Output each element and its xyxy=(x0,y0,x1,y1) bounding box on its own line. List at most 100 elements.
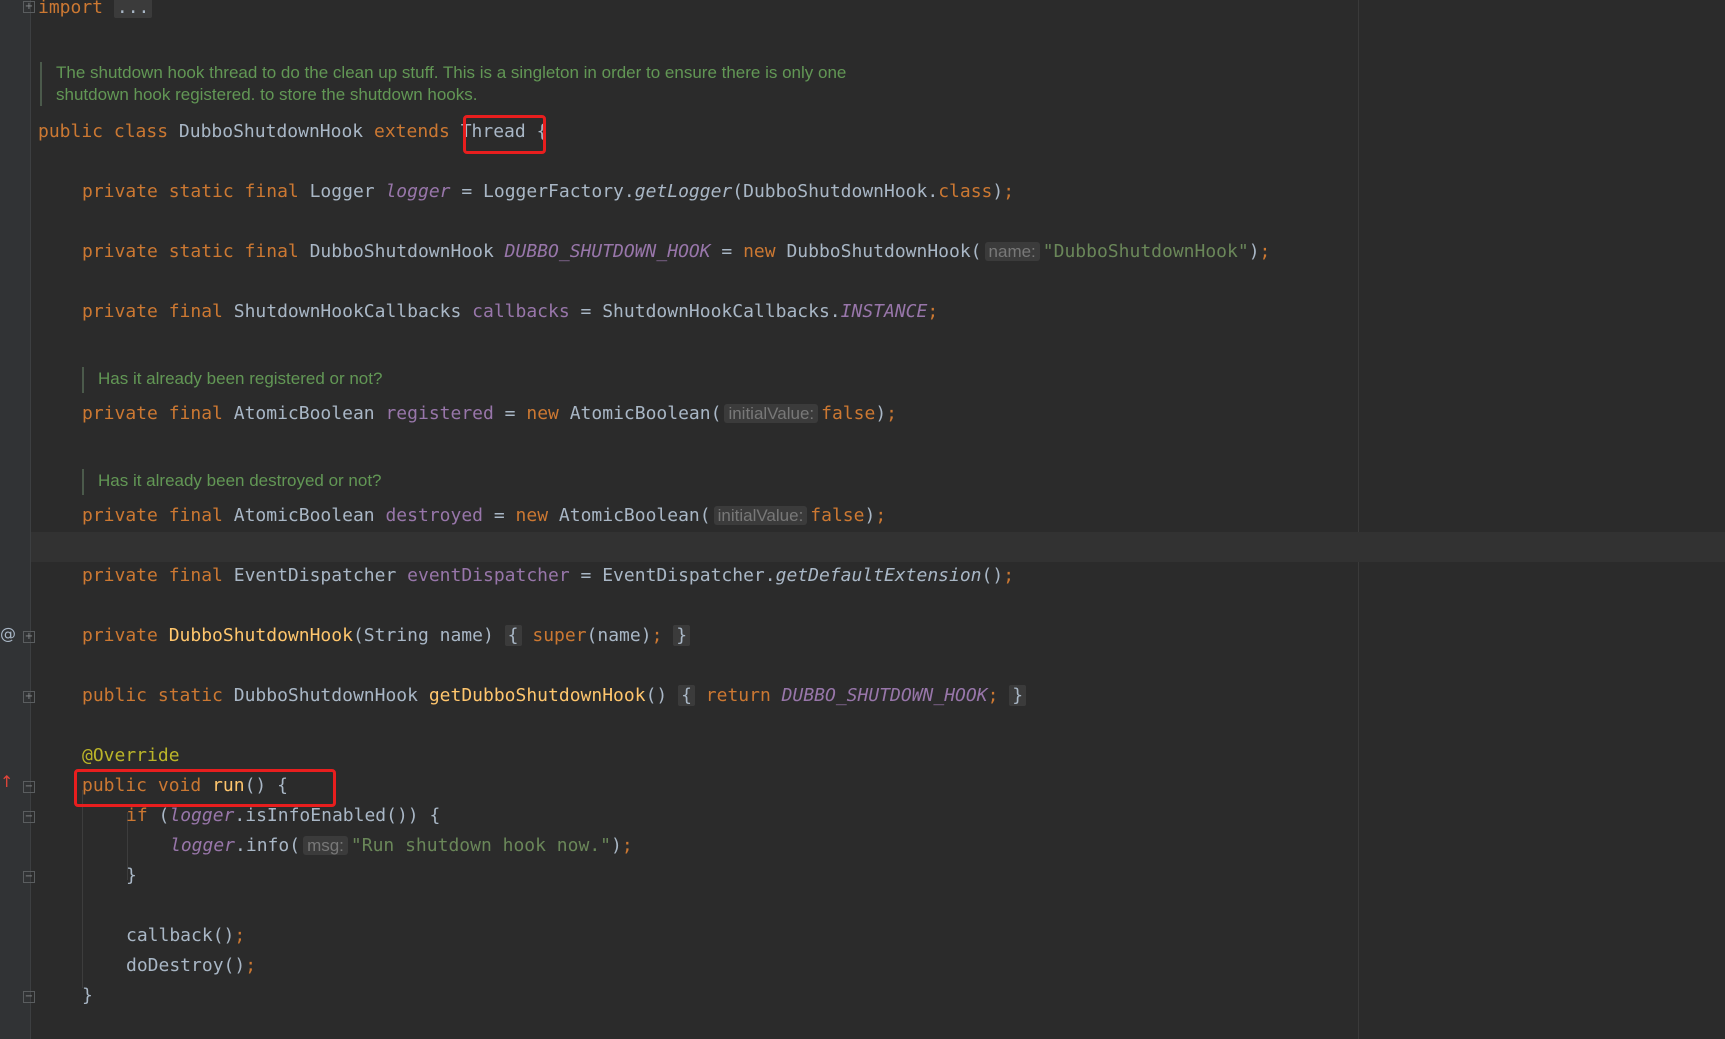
assign: = xyxy=(569,565,603,586)
folded-imports[interactable]: ... xyxy=(113,0,153,18)
highlight-box-thread xyxy=(463,115,546,154)
assign: = xyxy=(483,505,516,526)
fold-collapse-icon[interactable]: − xyxy=(23,781,35,793)
current-line-highlight xyxy=(31,532,1725,562)
keyword-super: super xyxy=(532,625,587,646)
field-name: registered xyxy=(385,403,494,424)
semicolon: ; xyxy=(1003,565,1015,586)
doc-text: Has it already been registered or not? xyxy=(98,369,383,388)
doc-line: shutdown hook registered. to store the s… xyxy=(56,85,478,104)
method-call: getLogger xyxy=(634,181,733,202)
modifiers: private final xyxy=(82,565,223,586)
semicolon: ; xyxy=(234,925,246,946)
parameter-hint: msg: xyxy=(303,836,348,855)
field-name: destroyed xyxy=(385,505,484,526)
folded-block-close[interactable]: } xyxy=(673,625,691,646)
constructor-name: DubboShutdownHook xyxy=(168,625,353,646)
annotation: @Override xyxy=(82,745,180,766)
method-call: doDestroy() xyxy=(126,955,246,976)
callback-call-line[interactable]: callback(); xyxy=(126,924,245,948)
class-ref: EventDispatcher. xyxy=(602,565,776,586)
fold-end-icon[interactable]: − xyxy=(23,991,35,1003)
class-ref: LoggerFactory. xyxy=(483,181,635,202)
log-call-line[interactable]: logger.info(msg: "Run shutdown hook now."… xyxy=(170,834,633,858)
constructor-line[interactable]: private DubboShutdownHook(String name) {… xyxy=(82,624,691,648)
class-keyword: class xyxy=(938,181,993,202)
indent-guide xyxy=(82,790,83,988)
at-sign-icon[interactable]: @ xyxy=(0,624,16,643)
return-type: DubboShutdownHook xyxy=(233,685,418,706)
fold-expand-icon[interactable]: + xyxy=(23,691,35,703)
semicolon: ; xyxy=(1259,241,1271,262)
type: ShutdownHookCallbacks xyxy=(233,301,462,322)
keyword-if: if xyxy=(126,805,148,826)
method-name: getDubboShutdownHook xyxy=(428,685,646,706)
paren: ( xyxy=(147,805,170,826)
field-name: DUBBO_SHUTDOWN_HOOK xyxy=(504,241,711,262)
paren: ) xyxy=(611,835,622,856)
args: (name) xyxy=(586,625,652,646)
class-ref: ShutdownHookCallbacks. xyxy=(602,301,841,322)
parens: () xyxy=(981,565,1004,586)
constant: INSTANCE xyxy=(840,301,928,322)
import-line[interactable]: import ... xyxy=(38,0,153,20)
constructor-call: AtomicBoolean( xyxy=(558,505,711,526)
assign: = xyxy=(493,403,527,424)
logger-field-line[interactable]: private static final Logger logger = Log… xyxy=(82,180,1014,204)
semicolon: ; xyxy=(927,301,939,322)
method-call: getDefaultExtension xyxy=(775,565,982,586)
semicolon: ; xyxy=(875,505,887,526)
paren: ) xyxy=(875,403,887,424)
getter-line[interactable]: public static DubboShutdownHook getDubbo… xyxy=(82,684,1027,708)
folded-block-open[interactable]: { xyxy=(678,685,695,706)
field-name: logger xyxy=(385,181,451,202)
semicolon: ; xyxy=(987,685,999,706)
semicolon: ; xyxy=(651,625,663,646)
keyword-new: new xyxy=(515,505,549,526)
registered-doc-comment: Has it already been registered or not? xyxy=(82,367,382,393)
parens: () xyxy=(645,685,668,706)
fold-end-icon[interactable]: − xyxy=(23,871,35,883)
paren: ) xyxy=(992,181,1004,202)
dispatcher-field-line[interactable]: private final EventDispatcher eventDispa… xyxy=(82,564,1014,588)
semicolon: ; xyxy=(886,403,897,424)
modifiers: private final xyxy=(82,301,223,322)
close-if-brace[interactable]: } xyxy=(126,864,137,888)
constructor-call: AtomicBoolean( xyxy=(569,403,722,424)
fold-collapse-icon[interactable]: − xyxy=(23,811,35,823)
editor-gutter[interactable] xyxy=(0,0,31,1039)
modifiers: private final xyxy=(82,505,223,526)
class-doc-comment: The shutdown hook thread to do the clean… xyxy=(40,62,846,106)
up-arrow-icon[interactable]: ↑ xyxy=(0,772,13,791)
modifiers: private static final xyxy=(82,181,299,202)
close-run-brace[interactable]: } xyxy=(82,984,93,1008)
override-annotation[interactable]: @Override xyxy=(82,744,180,768)
assign: = xyxy=(710,241,744,262)
field-name: eventDispatcher xyxy=(407,565,570,586)
semicolon: ; xyxy=(245,955,257,976)
field-ref: logger xyxy=(170,835,236,856)
folded-block-close[interactable]: } xyxy=(1009,685,1027,706)
destroy-call-line[interactable]: doDestroy(); xyxy=(126,954,256,978)
if-statement-line[interactable]: if (logger.isInfoEnabled()) { xyxy=(126,804,440,828)
fold-expand-icon[interactable]: + xyxy=(23,631,35,643)
args: (DubboShutdownHook. xyxy=(732,181,939,202)
keyword-new: new xyxy=(526,403,559,424)
brace: } xyxy=(126,865,137,886)
right-margin-guide xyxy=(1358,0,1359,1039)
method-call: .info( xyxy=(235,835,301,856)
callbacks-field-line[interactable]: private final ShutdownHookCallbacks call… xyxy=(82,300,938,324)
destroyed-field-line[interactable]: private final AtomicBoolean destroyed = … xyxy=(82,504,886,528)
semicolon: ; xyxy=(1003,181,1015,202)
hook-field-line[interactable]: private static final DubboShutdownHook D… xyxy=(82,240,1270,264)
field-ref: logger xyxy=(169,805,235,826)
registered-field-line[interactable]: private final AtomicBoolean registered =… xyxy=(82,402,897,426)
fold-expand-icon[interactable]: + xyxy=(23,1,35,13)
doc-text: Has it already been destroyed or not? xyxy=(98,471,382,490)
destroyed-doc-comment: Has it already been destroyed or not? xyxy=(82,469,382,495)
folded-block-open[interactable]: { xyxy=(504,625,522,646)
keyword-class: class xyxy=(113,121,169,142)
method-call: callback() xyxy=(126,925,235,946)
type: AtomicBoolean xyxy=(233,403,375,424)
keyword-public: public xyxy=(38,121,104,142)
